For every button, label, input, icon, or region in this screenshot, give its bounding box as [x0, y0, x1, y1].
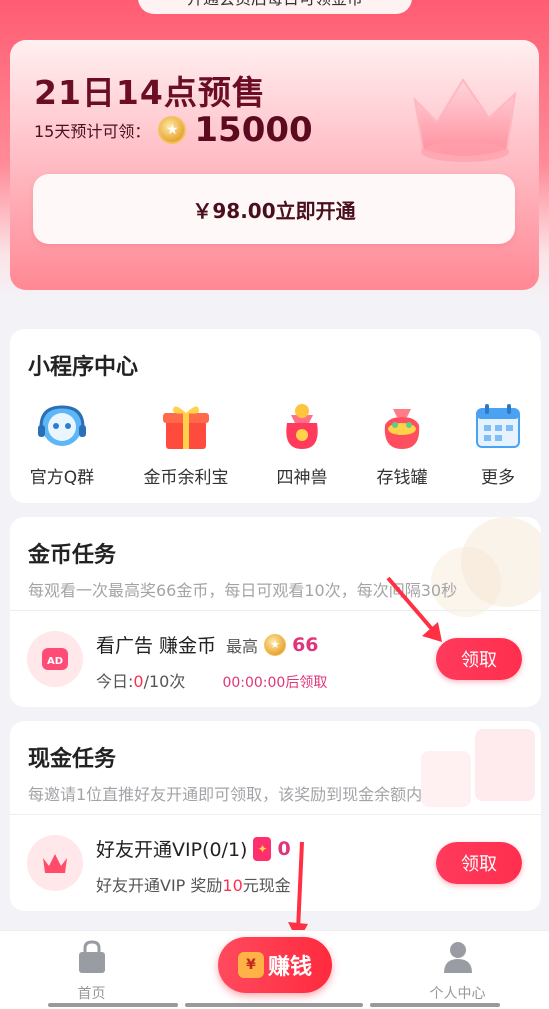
app-item-official-qq-group[interactable]: 官方Q群 [12, 399, 112, 488]
crown-icon [27, 835, 83, 891]
section-title: 小程序中心 [28, 355, 139, 380]
detail-amount: 10 [222, 876, 243, 895]
task-name-watch-ad: 看广告 赚金币 最高 ★ 66 [96, 631, 319, 658]
coin-task-card: 金币任务 每观看一次最高奖66金币，每日可观看10次，每次间隔30秒 AD 看广… [10, 517, 541, 707]
divider [10, 814, 541, 815]
money-bag-icon [375, 399, 429, 453]
today-prefix: 今日: [96, 672, 134, 691]
crown-icon [413, 78, 517, 162]
divider [10, 610, 541, 611]
red-envelope-decoration [421, 751, 471, 807]
coin-icon: ¥ [237, 952, 264, 978]
open-membership-button[interactable]: ￥98.00立即开通 [33, 174, 515, 244]
red-envelope-decoration [475, 729, 535, 801]
presale-title: 21日14点预售 [34, 73, 266, 112]
task-title: 看广告 赚金币 [96, 635, 217, 657]
countdown-text: 00:00:00后领取 [222, 675, 328, 691]
reward-value: 0 [277, 837, 291, 860]
red-envelope-icon: ✦ [253, 836, 272, 861]
app-item-coin-yulibao[interactable]: 金币余利宝 [136, 399, 236, 488]
app-label: 官方Q群 [29, 468, 95, 488]
user-icon [443, 942, 472, 973]
today-total: /10次 [143, 672, 186, 691]
gift-box-icon [159, 399, 213, 453]
tab-indicator [370, 1003, 500, 1007]
earn-money-button[interactable]: ¥ 赚钱 [218, 937, 332, 993]
claim-coin-button[interactable]: 领取 [436, 638, 522, 680]
detail-prefix: 好友开通VIP 奖励 [96, 876, 223, 895]
task-progress: 今日:0/10次 00:00:00后领取 [96, 668, 327, 692]
earn-label: 赚钱 [267, 955, 312, 980]
app-label: 金币余利宝 [143, 468, 229, 488]
member-notice-pill: 开通会员后每日可领金币 [138, 0, 412, 14]
tab-indicator [48, 1003, 178, 1007]
app-item-more[interactable]: 更多 [448, 399, 541, 488]
calendar-icon [471, 399, 525, 453]
section-title: 金币任务 [28, 543, 117, 568]
coin-icon: ★ [264, 633, 287, 656]
presale-card: 21日14点预售 15天预计可领： ★ 15000 ￥98.00立即开通 [10, 40, 539, 290]
today-done: 0 [133, 672, 144, 691]
mini-program-center: 小程序中心 官方Q群 金币余利宝 四神兽 存钱罐 更多 [10, 329, 541, 503]
lucky-bag-icon [275, 399, 329, 453]
tab-label: 个人中心 [429, 986, 486, 1002]
task-title: 好友开通VIP(0/1) [96, 839, 248, 861]
task-name-invite-vip: 好友开通VIP(0/1) ✦ 0 [96, 835, 291, 862]
tab-indicator [185, 1003, 363, 1007]
claim-cash-button[interactable]: 领取 [436, 842, 522, 884]
shopping-bag-icon [78, 940, 105, 973]
presale-estimate: 15天预计可领： ★ 15000 [34, 110, 313, 150]
app-item-piggy-bank[interactable]: 存钱罐 [352, 399, 452, 488]
max-reward-value: 66 [292, 633, 319, 656]
task-detail: 好友开通VIP 奖励10元现金 [96, 872, 291, 896]
coin-icon: ★ [158, 116, 187, 144]
tab-profile[interactable]: 个人中心 [366, 931, 549, 1009]
max-label: 最高 [226, 636, 259, 656]
section-title: 现金任务 [28, 747, 117, 772]
section-description: 每邀请1位直推好友开通即可领取，该奖励到现金余额内 [28, 785, 423, 804]
tab-label: 首页 [77, 986, 106, 1002]
robot-headset-icon [35, 399, 89, 453]
tab-home[interactable]: 首页 [0, 931, 183, 1009]
cash-task-card: 现金任务 每邀请1位直推好友开通即可领取，该奖励到现金余额内 好友开通VIP(0… [10, 721, 541, 911]
detail-suffix: 元现金 [242, 876, 291, 895]
app-label: 四神兽 [276, 468, 328, 488]
estimate-amount: 15000 [194, 110, 313, 150]
app-label: 更多 [481, 468, 515, 488]
svg-text:AD: AD [47, 656, 63, 667]
app-item-four-beasts[interactable]: 四神兽 [252, 399, 352, 488]
section-description: 每观看一次最高奖66金币，每日可观看10次，每次间隔30秒 [28, 581, 458, 600]
ad-icon: AD [27, 631, 83, 687]
estimate-label: 15天预计可领： [34, 122, 151, 141]
app-label: 存钱罐 [376, 468, 428, 488]
